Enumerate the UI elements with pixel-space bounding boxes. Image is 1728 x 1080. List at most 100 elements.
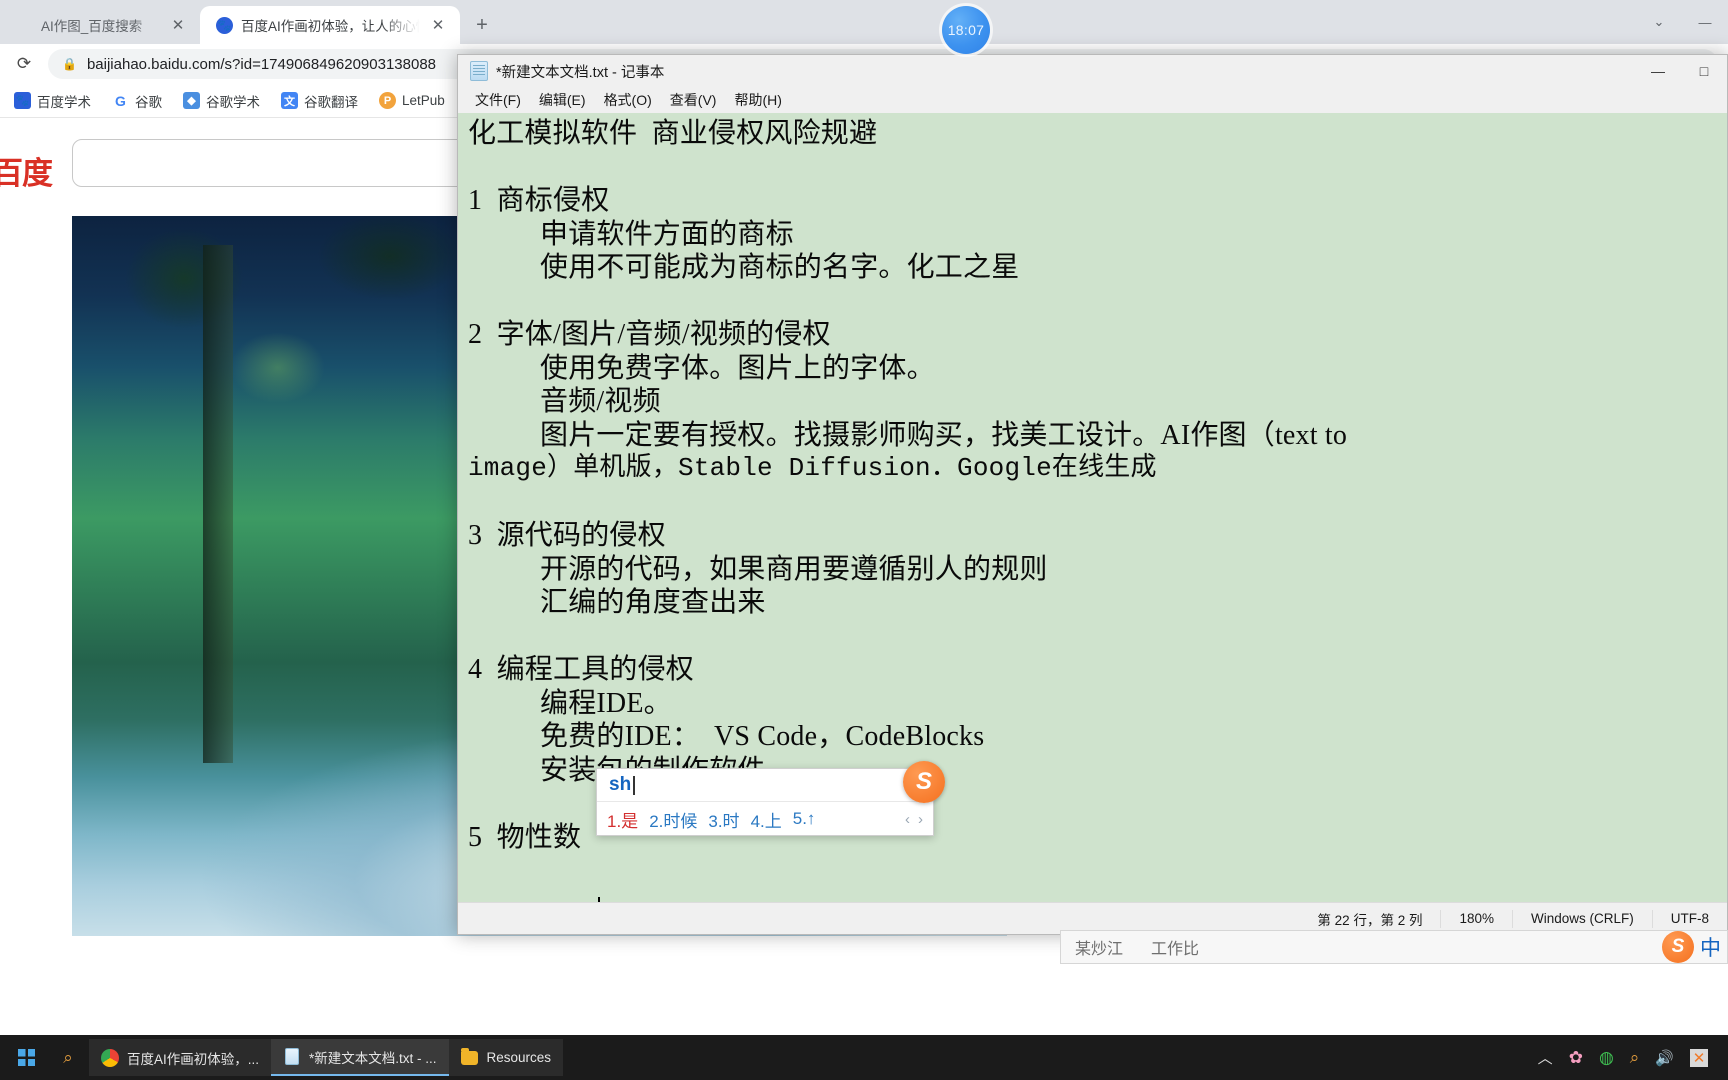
flower-icon[interactable]: ✿ (1569, 1048, 1583, 1068)
document-line: 2 字体/图片/音频/视频的侵权 (468, 319, 831, 350)
next-page-icon[interactable]: › (918, 811, 923, 828)
start-button[interactable] (6, 1039, 47, 1076)
address-bar-url: baijiahao.baidu.com/s?id=174906849620903… (86, 55, 437, 73)
bookmark-label: 谷歌学术 (206, 94, 260, 110)
status-zoom-level[interactable]: 180% (1440, 909, 1512, 928)
bookmark-letpub[interactable]: P LetPub (371, 89, 453, 112)
system-tray: ︿ ✿ ◍ ⌕ 🔊 ✕ (1538, 1047, 1722, 1068)
sogou-logo-icon[interactable]: S (1662, 931, 1694, 963)
menu-help[interactable]: 帮助(H) (725, 87, 790, 113)
menu-view[interactable]: 查看(V) (661, 87, 726, 113)
baidu-paw-icon: 🐾 (216, 16, 233, 34)
minimize-icon[interactable]: — (1682, 0, 1728, 44)
taskbar-item-label: *新建文本文档.txt - ... (309, 1050, 437, 1066)
prev-page-icon[interactable]: ‹ (905, 811, 910, 828)
floating-clock-widget[interactable]: 18:07 (942, 6, 990, 54)
taskbar-search-button[interactable]: ⌕ (47, 1039, 89, 1076)
document-line: 申请软件方面的商标 (468, 218, 794, 250)
browser-tab-1[interactable]: AI作图_百度搜索 ✕ (0, 6, 200, 44)
ime-candidate[interactable]: 2.时候 (649, 807, 697, 832)
taskbar-item-label: Resources (486, 1050, 552, 1065)
ime-mode-indicator[interactable]: 中 (1700, 932, 1721, 962)
lock-icon: 🔒 (62, 57, 77, 71)
ime-bar-text-2: 工作比 (1151, 941, 1200, 958)
ime-composition-field: sh (597, 769, 933, 802)
notepad-menu-bar: 文件(F) 编辑(E) 格式(O) 查看(V) 帮助(H) (458, 87, 1727, 113)
ime-bar-controls: S 中 (1662, 931, 1727, 963)
baidu-logo: 百度 (0, 156, 53, 191)
document-line: 使用免费字体。图片上的字体。 (468, 352, 935, 384)
document-line: 免费的IDE： VS Code，CodeBlocks (468, 721, 985, 752)
windows-logo-icon (18, 1049, 35, 1066)
document-line: 开源的代码，如果商用要遵循别人的规则 (468, 553, 1048, 585)
menu-file[interactable]: 文件(F) (466, 87, 530, 113)
taskbar-item-chrome[interactable]: 百度AI作画初体验，... (89, 1039, 272, 1076)
screen: AI作图_百度搜索 ✕ 🐾 百度AI作画初体验，让人的心情 ✕ + ⌄ — 18… (0, 0, 1728, 1080)
menu-edit[interactable]: 编辑(E) (530, 87, 595, 113)
ime-candidate-list: 1.是 2.时候 3.时 4.上 5.↑ ‹ › (597, 802, 933, 836)
status-encoding[interactable]: UTF-8 (1651, 909, 1727, 928)
reload-icon[interactable]: ⟳ (10, 50, 38, 78)
xmind-icon[interactable]: ✕ (1690, 1048, 1708, 1067)
chevron-down-icon[interactable]: ⌄ (1636, 0, 1682, 44)
document-line: 使用不可能成为商标的名字。化工之星 (468, 252, 1020, 283)
bookmark-label: 谷歌 (135, 94, 162, 110)
bookmark-google-translate[interactable]: 文 谷歌翻译 (273, 88, 366, 114)
chrome-tab-strip: AI作图_百度搜索 ✕ 🐾 百度AI作画初体验，让人的心情 ✕ + ⌄ — (0, 0, 1728, 44)
ime-status-bar: 某炒江 工作比 S 中 (1060, 930, 1728, 964)
bookmark-google[interactable]: G 谷歌 (104, 88, 170, 114)
document-line: image）单机版，Stable Diffusion．Google在线生成 (468, 453, 1157, 483)
scholar-icon: ◆ (183, 92, 200, 109)
notepad-icon (283, 1048, 301, 1066)
notepad-window-controls: — □ (1635, 55, 1727, 87)
ime-candidate-popup: sh 1.是 2.时候 3.时 4.上 5.↑ ‹ › S (596, 761, 945, 836)
browser-tab-2[interactable]: 🐾 百度AI作画初体验，让人的心情 ✕ (200, 6, 460, 44)
taskbar-item-notepad[interactable]: *新建文本文档.txt - ... (271, 1039, 449, 1076)
search-icon: ⌕ (63, 1047, 73, 1067)
translate-icon: 文 (281, 92, 298, 109)
wechat-icon[interactable]: ◍ (1599, 1048, 1614, 1068)
minimize-icon[interactable]: — (1635, 55, 1681, 87)
ime-page-nav: ‹ › (905, 811, 933, 828)
ime-composition-text: sh (609, 774, 632, 795)
document-line: 图片一定要有授权。找摄影师购买，找美工设计。AI作图（text to (468, 419, 1348, 451)
ime-candidate[interactable]: 4.上 (751, 807, 782, 832)
close-icon[interactable]: ✕ (428, 15, 448, 35)
ime-bar-text-1: 某炒江 (1075, 941, 1124, 958)
taskbar-item-resources[interactable]: Resources (448, 1039, 564, 1076)
google-g-icon: G (112, 92, 129, 109)
document-line: 3 源代码的侵权 (468, 520, 666, 551)
ime-candidate[interactable]: 5.↑ (793, 809, 816, 829)
notepad-icon (470, 61, 488, 81)
bookmark-baidu-scholar[interactable]: 🐾 百度学术 (6, 88, 99, 114)
folder-icon (461, 1047, 479, 1067)
volume-icon[interactable]: 🔊 (1655, 1049, 1674, 1067)
ime-candidate[interactable]: 3.时 (708, 807, 739, 832)
new-tab-button[interactable]: + (466, 9, 498, 41)
ime-candidate[interactable]: 1.是 (607, 807, 638, 832)
bookmark-label: LetPub (402, 93, 445, 108)
bookmark-google-scholar[interactable]: ◆ 谷歌学术 (175, 88, 268, 114)
sogou-ime-logo: S (903, 761, 945, 803)
close-icon[interactable]: ✕ (168, 15, 188, 35)
taskbar-item-label: 百度AI作画初体验，... (127, 1051, 260, 1067)
notepad-title-bar[interactable]: *新建文本文档.txt - 记事本 — □ (458, 55, 1727, 87)
bookmark-label: 百度学术 (37, 94, 91, 110)
tab-favicon (16, 17, 33, 34)
search-tray-icon[interactable]: ⌕ (1630, 1048, 1640, 1068)
bookmark-label: 谷歌翻译 (304, 94, 358, 110)
tabstrip-drag-area (498, 0, 1728, 44)
document-line: 音频/视频 (468, 386, 661, 417)
status-line-ending[interactable]: Windows (CRLF) (1511, 909, 1652, 928)
text-caret (598, 897, 600, 902)
maximize-icon[interactable]: □ (1681, 55, 1727, 87)
tab-title: 百度AI作画初体验，让人的心情 (241, 19, 420, 34)
document-line: 汇编的角度查出来 (468, 587, 766, 618)
notepad-title-text: *新建文本文档.txt - 记事本 (496, 64, 665, 81)
tab-title: AI作图_百度搜索 (41, 19, 143, 34)
menu-format[interactable]: 格式(O) (595, 87, 661, 113)
show-hidden-icons-icon[interactable]: ︿ (1538, 1047, 1553, 1068)
status-cursor-position: 第 22 行，第 2 列 (1317, 912, 1423, 928)
